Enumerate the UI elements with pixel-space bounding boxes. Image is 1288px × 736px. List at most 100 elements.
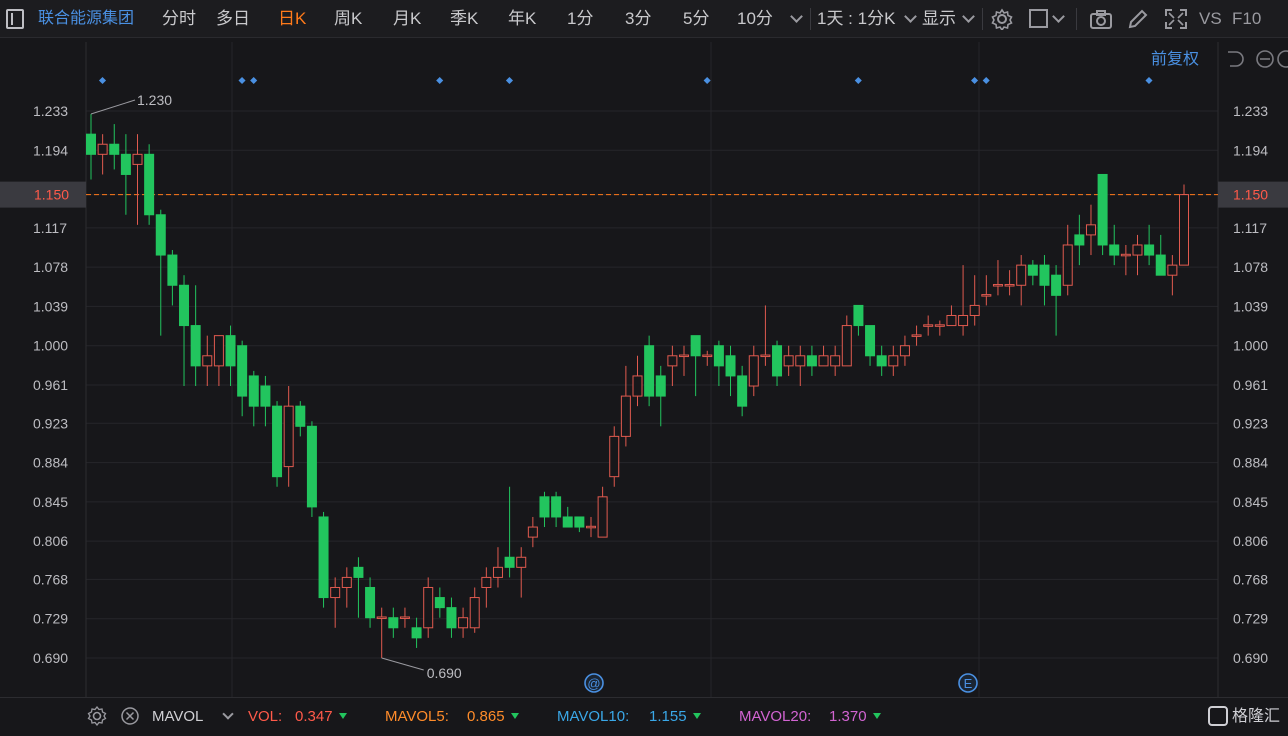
indicator-name[interactable]: MAVOL — [152, 708, 203, 726]
interval-selector[interactable]: 1天 : 1分K — [817, 9, 895, 29]
y-tick-label-right: 0.806 — [1233, 533, 1268, 549]
indicator-close-icon[interactable] — [120, 706, 140, 726]
down-arrow-icon — [872, 713, 881, 719]
chart-toolbar: 联合能源集团 分时 多日 日K 周K 月K 季K 年K 1分 3分 5分 10分… — [0, 0, 1288, 38]
y-tick-label-left: 0.845 — [33, 494, 68, 510]
pencil-icon[interactable] — [1126, 8, 1150, 30]
y-tick-label-right: 1.078 — [1233, 259, 1268, 275]
event-dot-icon[interactable] — [971, 76, 979, 85]
settings-gear-icon[interactable] — [990, 8, 1014, 30]
event-dot-icon[interactable] — [250, 76, 258, 85]
event-dot-icon[interactable] — [854, 76, 862, 85]
candle-body-down — [1097, 173, 1108, 246]
candle-body-up — [795, 355, 806, 367]
candle-body-up — [923, 324, 934, 327]
event-dot-icon[interactable] — [436, 76, 444, 85]
candle-body-up — [946, 314, 957, 327]
y-tick-label-right: 0.768 — [1233, 571, 1268, 587]
mavol5-label: MAVOL5: — [385, 708, 449, 725]
candle-body-down — [179, 284, 190, 327]
overlay-chevron-icon[interactable] — [1052, 10, 1065, 23]
candle-body-up — [958, 314, 969, 327]
candle-body-up — [679, 354, 690, 358]
event-badge-at[interactable]: @ — [584, 673, 604, 693]
y-tick-label-right: 0.690 — [1233, 650, 1268, 666]
event-dot-icon[interactable] — [703, 76, 711, 85]
candle-body-up — [841, 325, 852, 367]
y-tick-label-left: 0.884 — [33, 455, 68, 471]
candle-body-down — [1051, 274, 1062, 296]
candle-body-up — [458, 617, 469, 629]
candle-body-up — [341, 576, 352, 588]
mavol5-value: 0.865 — [467, 708, 519, 726]
period-more-chevron-icon[interactable] — [790, 10, 803, 23]
event-badge-e[interactable]: E — [958, 673, 978, 693]
candle-body-up — [492, 566, 503, 578]
candle-body-down — [1074, 234, 1085, 246]
candle-body-up — [934, 324, 945, 327]
candle-body-down — [655, 375, 666, 397]
y-tick-label-left: 1.039 — [33, 298, 68, 314]
indicator-settings-icon[interactable] — [87, 706, 107, 726]
candle-body-up — [585, 525, 596, 529]
compare-button[interactable]: VS — [1199, 9, 1222, 29]
y-tick-label-left: 1.233 — [33, 103, 68, 119]
display-menu[interactable]: 显示 — [922, 9, 956, 29]
indicator-chevron-icon[interactable] — [222, 708, 234, 720]
event-dot-icon[interactable] — [982, 76, 990, 85]
candle-body-up — [597, 496, 608, 538]
f10-button[interactable]: F10 — [1232, 9, 1261, 29]
stock-name[interactable]: 联合能源集团 — [38, 9, 134, 29]
period-tab-5min[interactable]: 5分 — [683, 9, 709, 29]
price-adjust-toggle[interactable]: 前复权 — [1151, 50, 1199, 68]
sidebar-toggle-icon[interactable] — [6, 9, 24, 29]
period-tab-1min[interactable]: 1分 — [567, 9, 593, 29]
candle-body-up — [1085, 224, 1096, 236]
interval-chevron-icon[interactable] — [904, 10, 917, 23]
period-tab-monthly[interactable]: 月K — [393, 9, 421, 29]
y-tick-label-left: 0.729 — [33, 611, 68, 627]
overlay-toggle-icon[interactable] — [1028, 8, 1052, 30]
candle-body-down — [411, 627, 422, 639]
period-tab-intraday[interactable]: 分时 — [162, 9, 196, 29]
max-price-label: 1.230 — [137, 92, 172, 108]
display-chevron-icon[interactable] — [962, 10, 975, 23]
period-tab-3min[interactable]: 3分 — [625, 9, 651, 29]
camera-icon[interactable] — [1089, 8, 1113, 30]
candle-body-up — [399, 616, 410, 619]
candle-body-up — [632, 375, 643, 397]
zoom-in-icon[interactable] — [1277, 50, 1288, 68]
period-tab-yearly[interactable]: 年K — [508, 9, 536, 29]
watermark-text: 格隆汇 — [1232, 708, 1281, 725]
min-price-leader — [381, 657, 424, 671]
candle-body-down — [539, 496, 550, 518]
event-dot-icon[interactable] — [505, 76, 514, 85]
period-tab-daily[interactable]: 日K — [278, 9, 306, 29]
y-tick-label-left: 0.806 — [33, 533, 68, 549]
candle-body-up — [1016, 264, 1027, 286]
y-tick-label-left: 1.078 — [33, 259, 68, 275]
candle-body-down — [504, 556, 515, 568]
event-dot-icon[interactable] — [238, 76, 246, 85]
current-price-text-right: 1.150 — [1233, 187, 1268, 203]
period-tab-10min[interactable]: 10分 — [737, 9, 773, 29]
period-tab-multiday[interactable]: 多日 — [216, 9, 250, 29]
period-tab-quarterly[interactable]: 季K — [450, 9, 478, 29]
candle-body-down — [225, 335, 236, 367]
event-dot-icon[interactable] — [1145, 76, 1153, 85]
candle-body-up — [423, 586, 434, 629]
candle-body-down — [155, 214, 166, 256]
event-dot-icon[interactable] — [98, 76, 107, 85]
event-badge-at-text: @ — [587, 676, 600, 691]
undo-icon[interactable] — [1228, 51, 1244, 67]
candlestick-chart[interactable]: 1.233 1.194 1.117 1.078 1.039 1.000 0.961 0.923… — [0, 38, 1288, 697]
candle-body-up — [830, 355, 841, 367]
period-tab-weekly[interactable]: 周K — [334, 9, 362, 29]
fullscreen-icon[interactable] — [1164, 8, 1188, 30]
candle-body-down — [806, 355, 817, 367]
candle-body-down — [353, 566, 364, 578]
y-tick-label-right: 1.117 — [1233, 220, 1267, 236]
y-tick-label-right: 1.194 — [1233, 142, 1268, 158]
zoom-out-icon[interactable] — [1256, 50, 1274, 68]
y-tick-label-left: 1.000 — [33, 338, 68, 354]
